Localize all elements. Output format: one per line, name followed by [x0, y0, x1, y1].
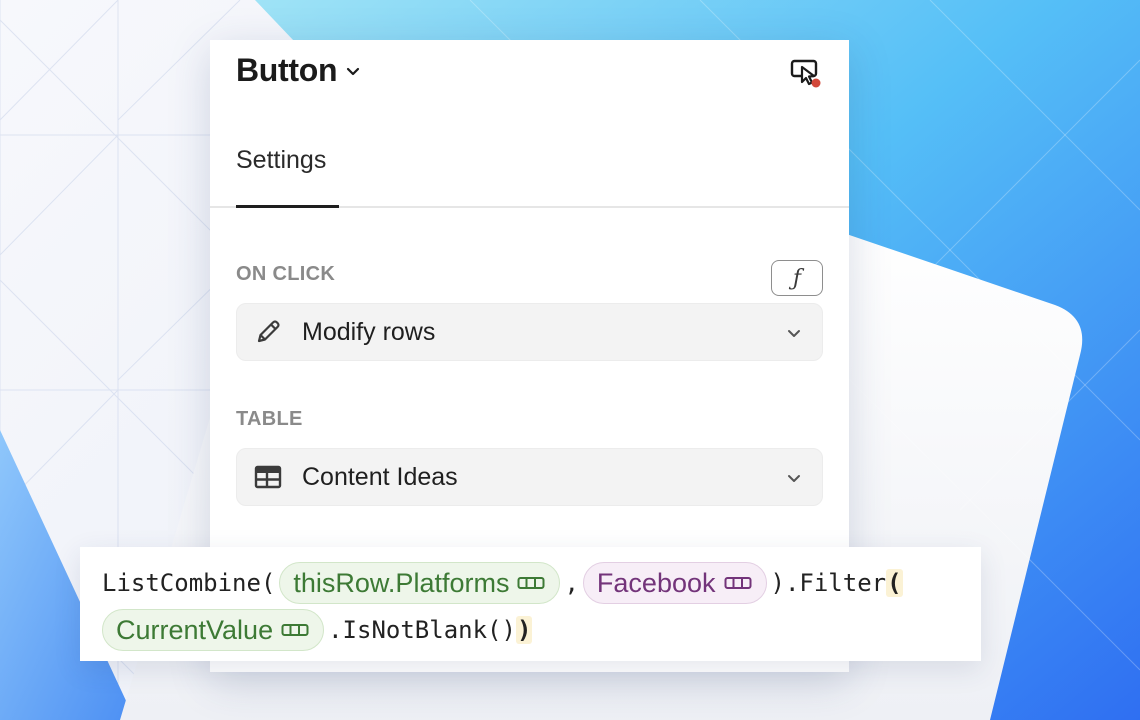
chip-label: CurrentValue	[116, 614, 274, 645]
chevron-down-icon[interactable]	[343, 62, 363, 82]
tab-bar: Settings	[210, 130, 849, 208]
formula-editor[interactable]: ListCombine( thisRow.Platforms , Faceboo…	[80, 547, 981, 661]
formula-line-2: CurrentValue .IsNotBlank( ) )	[102, 607, 533, 653]
formula-function-name: ListCombine(	[102, 569, 276, 597]
formula-toggle-button[interactable]: ƒ	[771, 260, 823, 296]
on-click-action-value: Modify rows	[302, 317, 436, 346]
chip-label: Facebook	[596, 567, 716, 598]
column-icon	[724, 576, 752, 590]
table-label: TABLE	[236, 408, 303, 430]
table-icon	[251, 460, 285, 494]
on-click-action-select[interactable]: Modify rows	[236, 303, 823, 361]
pencil-icon	[251, 315, 285, 349]
chevron-down-icon	[784, 323, 804, 343]
tab-settings-label: Settings	[236, 146, 327, 174]
column-chip-platforms[interactable]: thisRow.Platforms	[279, 562, 561, 604]
formula-close-paren: )	[501, 616, 516, 644]
column-chip-currentvalue[interactable]: CurrentValue	[102, 609, 325, 651]
inspect-element-button[interactable]	[788, 54, 824, 90]
cursor-window-icon	[790, 59, 821, 88]
panel-title: Button	[236, 51, 338, 88]
table-value: Content Ideas	[302, 462, 458, 491]
matching-paren-open: (	[886, 569, 903, 597]
chip-label: thisRow.Platforms	[293, 567, 510, 598]
matching-paren-close: )	[515, 616, 533, 644]
tab-settings[interactable]: Settings	[236, 146, 326, 208]
column-icon	[281, 623, 309, 637]
panel-header: Button	[236, 50, 363, 90]
formula-filter-call: ).Filter	[770, 569, 887, 597]
chevron-down-icon	[784, 468, 804, 488]
formula-line-1: ListCombine( thisRow.Platforms , Faceboo…	[102, 560, 903, 606]
formula-comma: ,	[564, 569, 579, 597]
table-select[interactable]: Content Ideas	[236, 448, 823, 506]
column-icon	[517, 576, 545, 590]
status-dot	[811, 78, 821, 88]
value-chip-facebook[interactable]: Facebook	[582, 562, 767, 604]
on-click-label: ON CLICK	[236, 263, 336, 285]
formula-isnotblank-call: .IsNotBlank(	[328, 616, 502, 644]
active-tab-indicator	[236, 205, 339, 208]
